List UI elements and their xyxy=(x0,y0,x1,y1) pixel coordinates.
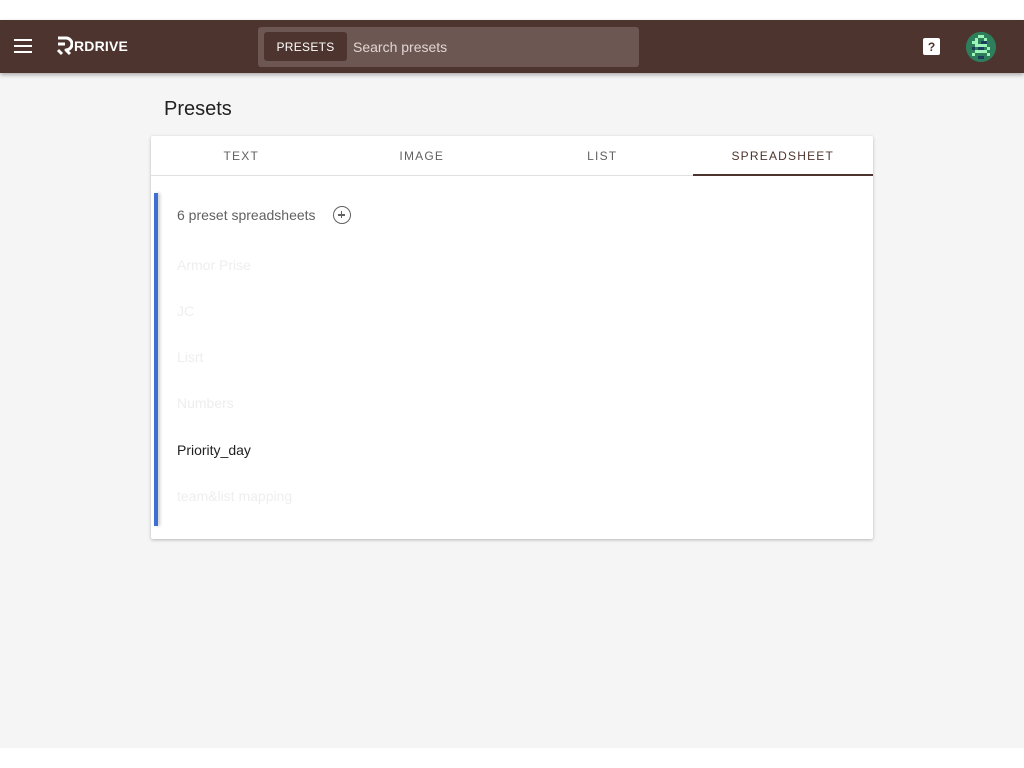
avatar[interactable] xyxy=(966,32,996,62)
add-circle-icon[interactable] xyxy=(332,206,351,224)
tab-list[interactable]: LIST xyxy=(512,136,693,175)
page-title: Presets xyxy=(164,98,232,120)
list-item-selected[interactable]: Priority_day xyxy=(177,442,251,458)
list-item[interactable]: Lisrt xyxy=(177,349,203,365)
tab-image[interactable]: IMAGE xyxy=(332,136,513,175)
rdrive-logo-icon xyxy=(56,36,73,56)
tab-text[interactable]: TEXT xyxy=(151,136,332,175)
list-item[interactable]: Numbers xyxy=(177,395,234,411)
list-item[interactable]: JC xyxy=(177,303,194,319)
list-accent-bar xyxy=(154,193,158,526)
app-logo[interactable]: RDRIVE xyxy=(55,36,128,56)
preset-type-tabs: TEXT IMAGE LIST SPREADSHEET xyxy=(151,136,873,176)
search-scope-chip[interactable]: PRESETS xyxy=(264,32,347,61)
preset-count: 6 preset spreadsheets xyxy=(177,207,316,223)
presets-card: TEXT IMAGE LIST SPREADSHEET 6 preset spr… xyxy=(151,136,873,539)
avatar-icon xyxy=(966,32,996,62)
help-icon[interactable]: ? xyxy=(923,38,940,55)
menu-icon[interactable] xyxy=(14,39,32,53)
top-app-bar: RDRIVE PRESETS ? xyxy=(0,20,1024,73)
tab-spreadsheet[interactable]: SPREADSHEET xyxy=(692,136,874,176)
list-item[interactable]: Armor Prise xyxy=(177,257,251,273)
logo-text: RDRIVE xyxy=(74,38,129,54)
preset-count-row: 6 preset spreadsheets xyxy=(177,206,351,224)
search-input[interactable] xyxy=(353,32,633,61)
search-bar: PRESETS xyxy=(258,27,639,67)
spreadsheet-list-panel: 6 preset spreadsheets Armor Prise JC Lis… xyxy=(154,193,870,526)
app-root: RDRIVE PRESETS ? xyxy=(0,20,1024,748)
list-item[interactable]: team&list mapping xyxy=(177,488,292,504)
